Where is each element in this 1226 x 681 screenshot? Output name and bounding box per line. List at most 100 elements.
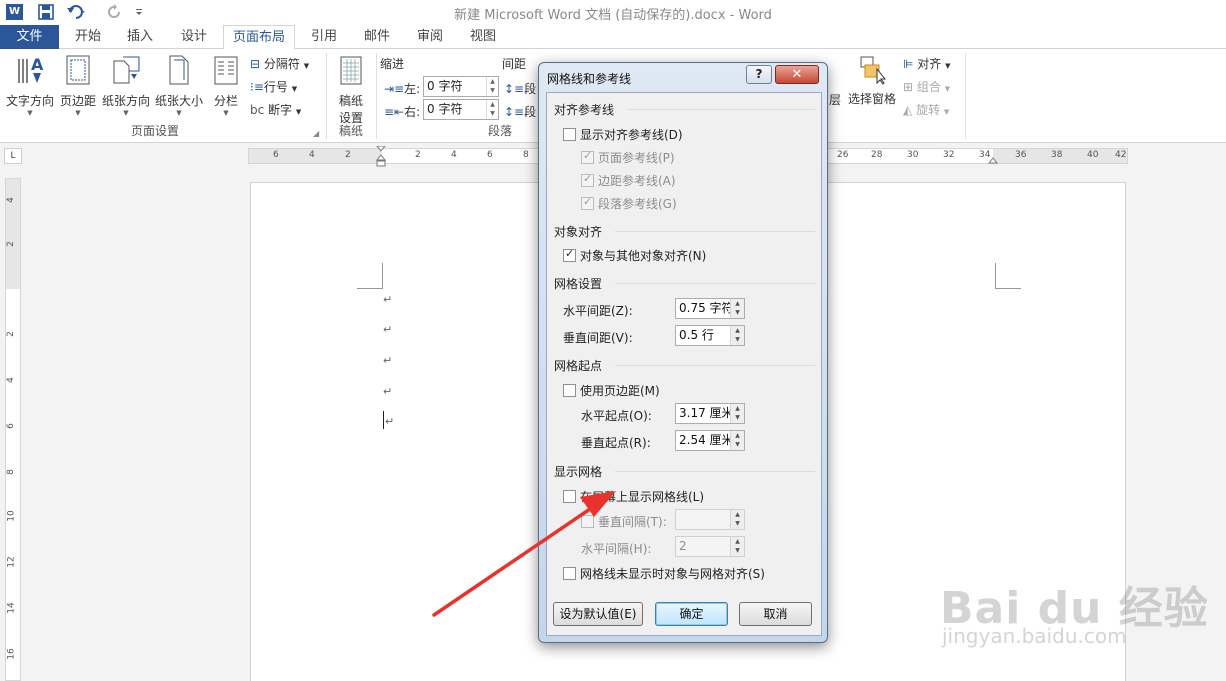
- line-numbers-button[interactable]: ⁝≡行号 ▼: [250, 78, 297, 95]
- h-interval-input[interactable]: 2 ▲ ▼: [675, 536, 745, 557]
- v-interval-input[interactable]: ▲ ▼: [675, 509, 745, 530]
- checkbox-box: [563, 247, 576, 262]
- indent-left-value: 0 字符: [427, 79, 463, 93]
- indent-left-spin-arrows[interactable]: ▲ ▼: [486, 77, 498, 96]
- indent-right-input[interactable]: 0 字符 ▲ ▼: [423, 99, 499, 120]
- close-icon: ✕: [791, 67, 803, 82]
- group-button[interactable]: ⊞ 组合 ▼: [903, 78, 950, 95]
- checkbox-label: 在屏幕上显示网格线(L): [580, 490, 705, 504]
- paragraph-guides-checkbox[interactable]: 段落参考线(G): [581, 195, 677, 212]
- margin-guides-checkbox[interactable]: 边距参考线(A): [581, 172, 676, 189]
- separator: [376, 53, 377, 139]
- section-divider: [615, 365, 815, 366]
- display-gridlines-checkbox[interactable]: 在屏幕上显示网格线(L): [563, 488, 704, 505]
- checkbox-box: [563, 490, 576, 503]
- section-grid-settings: 网格设置: [554, 277, 603, 291]
- spin-arrows[interactable]: ▲ ▼: [730, 299, 744, 318]
- page-guides-checkbox[interactable]: 页面参考线(P): [581, 149, 675, 166]
- paper-size-button[interactable]: 纸张大小 ▼: [153, 53, 205, 117]
- ruler-number: 10: [6, 510, 17, 522]
- columns-icon: [214, 56, 238, 85]
- ruler-number: 4: [451, 150, 457, 160]
- hyphenation-icon: bc: [250, 103, 265, 117]
- checkbox-box: [563, 128, 576, 141]
- checkbox-box: [563, 384, 576, 397]
- v-interval-checkbox[interactable]: 垂直间隔(T):: [581, 513, 667, 530]
- cancel-button[interactable]: 取消: [739, 602, 812, 626]
- breaks-button[interactable]: ⊟ 分隔符 ▼: [250, 55, 309, 72]
- h-spacing-input[interactable]: 0.75 字符 ▲ ▼: [675, 298, 745, 319]
- h-origin-input[interactable]: 3.17 厘米 ▲ ▼: [675, 403, 745, 424]
- checkbox-label: 网格线未显示时对象与网格对齐(S): [580, 567, 765, 581]
- page-setup-launcher-icon[interactable]: ◢: [313, 129, 319, 138]
- checkbox-box: [581, 149, 594, 164]
- hyphenation-button[interactable]: bc 断字 ▼: [250, 101, 301, 118]
- ruler-number: 32: [943, 150, 955, 160]
- text-direction-icon: A: [18, 55, 44, 83]
- tab-page-layout[interactable]: 页面布局: [223, 25, 295, 50]
- text-direction-label: 文字方向: [5, 94, 54, 108]
- tab-mailings[interactable]: 邮件: [353, 25, 401, 49]
- set-default-button[interactable]: 设为默认值(E): [553, 602, 643, 626]
- help-button[interactable]: ?: [746, 65, 772, 84]
- tab-references[interactable]: 引用: [300, 25, 348, 49]
- text-direction-button[interactable]: A 文字方向 ▼: [4, 53, 56, 117]
- rotate-label: 旋转: [916, 103, 941, 117]
- indent-left-text: 左:: [404, 82, 421, 96]
- ok-button[interactable]: 确定: [655, 602, 728, 626]
- tab-view[interactable]: 视图: [459, 25, 507, 49]
- columns-button[interactable]: 分栏 ▼: [208, 53, 244, 117]
- indent-left-input[interactable]: 0 字符 ▲ ▼: [423, 76, 499, 97]
- tab-insert[interactable]: 插入: [116, 25, 164, 49]
- indent-right-spin-arrows[interactable]: ▲ ▼: [486, 100, 498, 119]
- v-spacing-input[interactable]: 0.5 行 ▲ ▼: [675, 325, 745, 346]
- indent-right-text: 右:: [404, 105, 421, 119]
- help-icon: ?: [755, 67, 763, 81]
- spacing-after-icon: ↕≡: [504, 105, 525, 119]
- spin-arrows[interactable]: ▲ ▼: [730, 404, 744, 423]
- margins-button[interactable]: 页边距 ▼: [58, 53, 98, 117]
- rotate-button[interactable]: ◭ 旋转 ▼: [903, 101, 949, 118]
- watermark-url: jingyan.baidu.com: [942, 624, 1127, 648]
- orientation-icon: [113, 56, 140, 84]
- tab-home[interactable]: 开始: [64, 25, 112, 49]
- selection-pane-button[interactable]: 选择窗格: [846, 55, 898, 107]
- breaks-label: 分隔符: [263, 57, 300, 71]
- v-origin-input[interactable]: 2.54 厘米 ▲ ▼: [675, 430, 745, 451]
- show-align-guides-checkbox[interactable]: 显示对齐参考线(D): [563, 126, 683, 143]
- checkbox-label: 页面参考线(P): [598, 151, 675, 165]
- orientation-button[interactable]: 纸张方向 ▼: [100, 53, 152, 117]
- h-spacing-label: 水平间距(Z):: [563, 304, 633, 318]
- draft-settings-label-1: 稿纸: [338, 94, 363, 108]
- tab-review[interactable]: 审阅: [406, 25, 454, 49]
- draft-settings-button[interactable]: 稿纸 设置: [332, 55, 370, 126]
- spin-arrows[interactable]: ▲ ▼: [730, 326, 744, 345]
- spin-arrows[interactable]: ▲ ▼: [730, 510, 744, 529]
- spacing-after-text: 段: [524, 105, 537, 119]
- paragraph-group-label: 段落: [487, 124, 512, 138]
- spin-arrows[interactable]: ▲ ▼: [730, 431, 744, 450]
- section-divider: [615, 283, 815, 284]
- dialog-title: 网格线和参考线: [547, 72, 632, 86]
- section-divider: [627, 109, 815, 110]
- snap-when-hidden-checkbox[interactable]: 网格线未显示时对象与网格对齐(S): [563, 565, 765, 582]
- spin-arrows[interactable]: ▲ ▼: [730, 537, 744, 556]
- h-origin-value: 3.17 厘米: [679, 406, 734, 420]
- tab-selector[interactable]: L: [4, 148, 22, 164]
- vertical-ruler[interactable]: 4 2 2 4 6 8 10 12 14 16: [5, 178, 21, 681]
- use-margins-checkbox[interactable]: 使用页边距(M): [563, 382, 660, 399]
- tab-file[interactable]: 文件: [0, 25, 59, 49]
- hyphenation-label: 断字: [268, 103, 293, 117]
- v-spacing-value: 0.5 行: [679, 328, 714, 342]
- ruler-number: 38: [1051, 150, 1063, 160]
- close-button[interactable]: ✕: [775, 65, 819, 84]
- bring-layer-label[interactable]: 层: [829, 91, 841, 108]
- snap-objects-checkbox[interactable]: 对象与其他对象对齐(N): [563, 247, 706, 264]
- indent-marker-icon[interactable]: [376, 146, 386, 168]
- ruler-number: 4: [5, 197, 16, 203]
- right-indent-marker-icon[interactable]: [988, 155, 998, 165]
- checkbox-label: 对象与其他对象对齐(N): [580, 249, 707, 263]
- align-button[interactable]: ⊫ 对齐 ▼: [903, 55, 951, 72]
- indent-right-value: 0 字符: [427, 102, 463, 116]
- tab-design[interactable]: 设计: [170, 25, 218, 49]
